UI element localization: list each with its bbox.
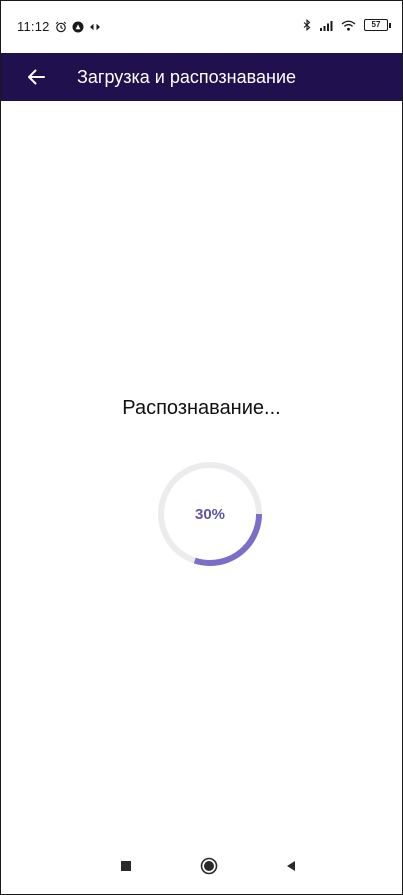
circular-progress: 30% <box>157 461 263 567</box>
arrow-left-icon <box>28 69 45 85</box>
status-bar: 11:12 57 <box>1 1 402 53</box>
home-icon <box>200 857 218 875</box>
main-content: Распознавание... 30% <box>1 101 402 831</box>
app-bar: Загрузка и распознавание <box>1 53 402 101</box>
progress-percent-label: 30% <box>194 505 226 523</box>
back-nav-icon <box>287 861 295 871</box>
battery-icon: 57 <box>364 19 391 31</box>
navigation-bar <box>1 838 402 894</box>
back-button[interactable] <box>21 62 51 92</box>
alarm-icon <box>55 21 67 33</box>
system-back-button[interactable] <box>277 852 305 880</box>
recents-button[interactable] <box>112 852 140 880</box>
recognition-status-text: Распознавание... <box>122 397 281 419</box>
home-button[interactable] <box>195 852 223 880</box>
status-left: 11:12 <box>17 19 101 34</box>
bluetooth-icon <box>303 19 311 31</box>
recents-icon <box>121 861 131 871</box>
status-right: 57 <box>303 19 391 31</box>
dual-arrow-icon <box>89 22 101 32</box>
app-notification-icon <box>72 21 84 33</box>
signal-icon <box>319 20 333 31</box>
status-time: 11:12 <box>17 19 50 34</box>
screen: 11:12 57 Загрузка и распознавание Распоз… <box>0 0 403 895</box>
page-title: Загрузка и распознавание <box>77 66 297 87</box>
wifi-icon <box>341 20 356 31</box>
